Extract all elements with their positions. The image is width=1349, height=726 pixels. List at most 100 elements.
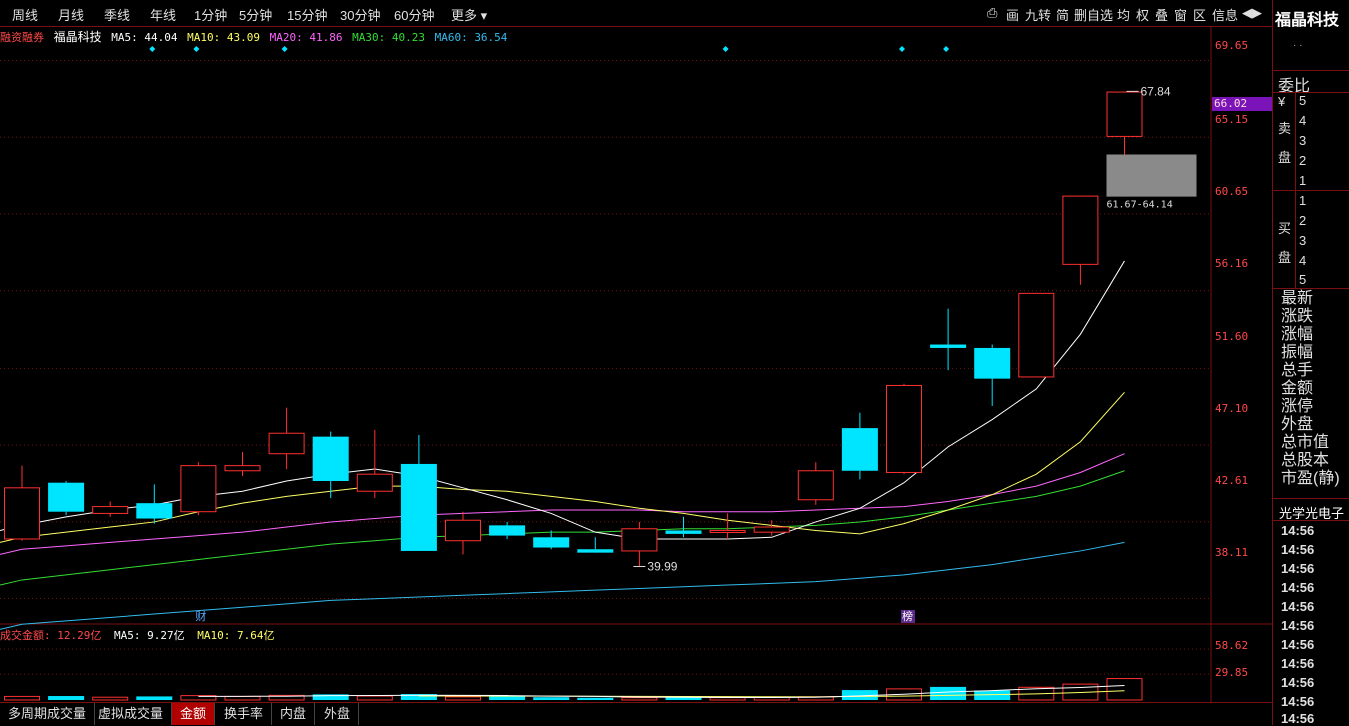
tab-turnover[interactable]: 换手率 bbox=[216, 703, 273, 725]
overlay-button[interactable]: 叠 bbox=[1155, 5, 1168, 24]
candle-body bbox=[886, 384, 922, 473]
candle-body bbox=[974, 347, 1011, 379]
axis-price: 65.15 bbox=[1215, 113, 1249, 126]
candle-body bbox=[1106, 91, 1143, 137]
quote-panel: 福晶科技 · · 委比 ¥ 卖 盘 5 4 3 2 1 买 盘 1 2 3 4 … bbox=[1272, 0, 1349, 726]
divider bbox=[1273, 70, 1349, 71]
volume-bar bbox=[709, 697, 746, 701]
axis-price: 38.11 bbox=[1215, 546, 1249, 559]
candle-body bbox=[312, 436, 349, 481]
range-button[interactable]: 区 bbox=[1193, 5, 1206, 24]
buy-level: 2 bbox=[1299, 213, 1307, 228]
range-label: 61.67-64.14 bbox=[1107, 200, 1173, 211]
kline-chart[interactable]: 67.84 39.99 61.67-64.14 财 榜 bbox=[0, 26, 1272, 702]
candle-body bbox=[356, 473, 393, 492]
candle-body bbox=[930, 344, 967, 348]
candle-body bbox=[224, 465, 261, 472]
stat-volume: 总手 bbox=[1281, 362, 1314, 379]
tick-time: 14:56 bbox=[1281, 523, 1315, 538]
tick-time: 14:56 bbox=[1281, 675, 1315, 690]
panel-dots: · · bbox=[1293, 40, 1303, 51]
divider bbox=[1273, 92, 1349, 93]
volume-label: 成交金额: bbox=[0, 629, 58, 642]
volume-bar bbox=[1106, 678, 1143, 701]
event-diamond-icon bbox=[281, 46, 288, 52]
tab-1min[interactable]: 1分钟 bbox=[194, 5, 227, 24]
event-diamond-icon bbox=[149, 46, 156, 52]
stat-latest: 最新 bbox=[1281, 290, 1314, 307]
tab-monthly[interactable]: 月线 bbox=[58, 5, 84, 24]
tick-time: 14:56 bbox=[1281, 561, 1315, 576]
buy-label: 盘 bbox=[1278, 250, 1292, 265]
volume-header: 成交金额: 12.29亿 MA5: 9.27亿 MA10: 7.64亿 bbox=[0, 627, 274, 643]
candle-body bbox=[400, 463, 437, 551]
window-button[interactable]: 窗 bbox=[1174, 5, 1187, 24]
period-tab-bar: 周线 月线 季线 年线 1分钟 5分钟 15分钟 30分钟 60分钟 更多 ▾ … bbox=[0, 0, 1272, 27]
tab-yearly[interactable]: 年线 bbox=[150, 5, 176, 24]
volume-ma10: MA10: 7.64亿 bbox=[197, 629, 275, 642]
divider bbox=[1273, 288, 1349, 289]
volume-ma5: MA5: 9.27亿 bbox=[114, 629, 185, 642]
list-marker: 榜 bbox=[902, 609, 913, 623]
draw-button[interactable]: 画 bbox=[1006, 5, 1019, 24]
stat-outer: 外盘 bbox=[1281, 416, 1314, 433]
candle-body bbox=[180, 465, 217, 513]
print-icon[interactable]: ⎙ bbox=[987, 5, 997, 21]
stat-change-pct: 涨幅 bbox=[1281, 326, 1314, 343]
tab-5min[interactable]: 5分钟 bbox=[239, 5, 272, 24]
stat-amplitude: 振幅 bbox=[1281, 344, 1314, 361]
axis-price: 47.10 bbox=[1215, 402, 1249, 415]
volume-bar bbox=[48, 696, 85, 700]
candle-body bbox=[665, 530, 702, 534]
tick-time: 14:56 bbox=[1281, 711, 1315, 726]
ma60-line bbox=[0, 541, 1125, 630]
candle-body bbox=[48, 482, 85, 512]
tab-inner-volume[interactable]: 内盘 bbox=[272, 703, 316, 725]
tab-60min[interactable]: 60分钟 bbox=[394, 5, 434, 24]
stat-total-shares: 总股本 bbox=[1281, 452, 1330, 469]
candles bbox=[4, 91, 1143, 567]
tick-time: 14:56 bbox=[1281, 542, 1315, 557]
axis-price: 42.61 bbox=[1215, 474, 1249, 487]
info-button[interactable]: 信息 bbox=[1212, 5, 1238, 24]
tab-outer-volume[interactable]: 外盘 bbox=[316, 703, 360, 725]
volume-bar bbox=[136, 696, 173, 700]
buy-level: 4 bbox=[1299, 253, 1307, 268]
divider bbox=[1273, 498, 1349, 499]
sell-level: 1 bbox=[1299, 173, 1307, 188]
candle-body bbox=[445, 519, 481, 542]
event-diamond-icon bbox=[722, 46, 729, 52]
tab-30min[interactable]: 30分钟 bbox=[340, 5, 380, 24]
tick-time: 14:56 bbox=[1281, 580, 1315, 595]
tab-amount[interactable]: 金额 bbox=[172, 703, 216, 725]
stat-market-cap: 总市值 bbox=[1281, 434, 1330, 451]
buy-level: 3 bbox=[1299, 233, 1307, 248]
tab-15min[interactable]: 15分钟 bbox=[287, 5, 327, 24]
sell-level: 5 bbox=[1299, 93, 1307, 108]
tab-quarterly[interactable]: 季线 bbox=[104, 5, 130, 24]
jiuzhuan-button[interactable]: 九转 bbox=[1025, 5, 1051, 24]
volume-bars bbox=[4, 678, 1143, 701]
volume-bar bbox=[224, 695, 261, 701]
tab-multi-period-volume[interactable]: 多周期成交量 bbox=[0, 703, 96, 725]
simple-button[interactable]: 简 bbox=[1056, 5, 1069, 24]
volume-bar bbox=[577, 697, 614, 700]
buy-level: 5 bbox=[1299, 272, 1307, 287]
finance-marker: 财 bbox=[195, 609, 206, 623]
axis-price: 51.60 bbox=[1215, 330, 1249, 343]
tick-time: 14:56 bbox=[1281, 618, 1315, 633]
nav-arrows-icon[interactable]: ◀▶ bbox=[1242, 5, 1262, 21]
event-diamond-icon bbox=[193, 46, 200, 52]
volume-bar bbox=[489, 696, 526, 700]
yuan-sign: ¥ bbox=[1278, 94, 1286, 109]
sell-label: 卖 bbox=[1278, 121, 1292, 136]
candle-body bbox=[1018, 292, 1055, 378]
tab-weekly[interactable]: 周线 bbox=[12, 5, 38, 24]
average-button[interactable]: 均 bbox=[1117, 5, 1130, 24]
remove-watchlist-button[interactable]: 删自选 bbox=[1074, 5, 1113, 24]
tab-more[interactable]: 更多 ▾ bbox=[451, 5, 487, 24]
volume-bar bbox=[4, 695, 40, 701]
rights-button[interactable]: 权 bbox=[1136, 5, 1149, 24]
candle-body bbox=[489, 525, 526, 536]
tab-virtual-volume[interactable]: 虚拟成交量 bbox=[90, 703, 173, 725]
